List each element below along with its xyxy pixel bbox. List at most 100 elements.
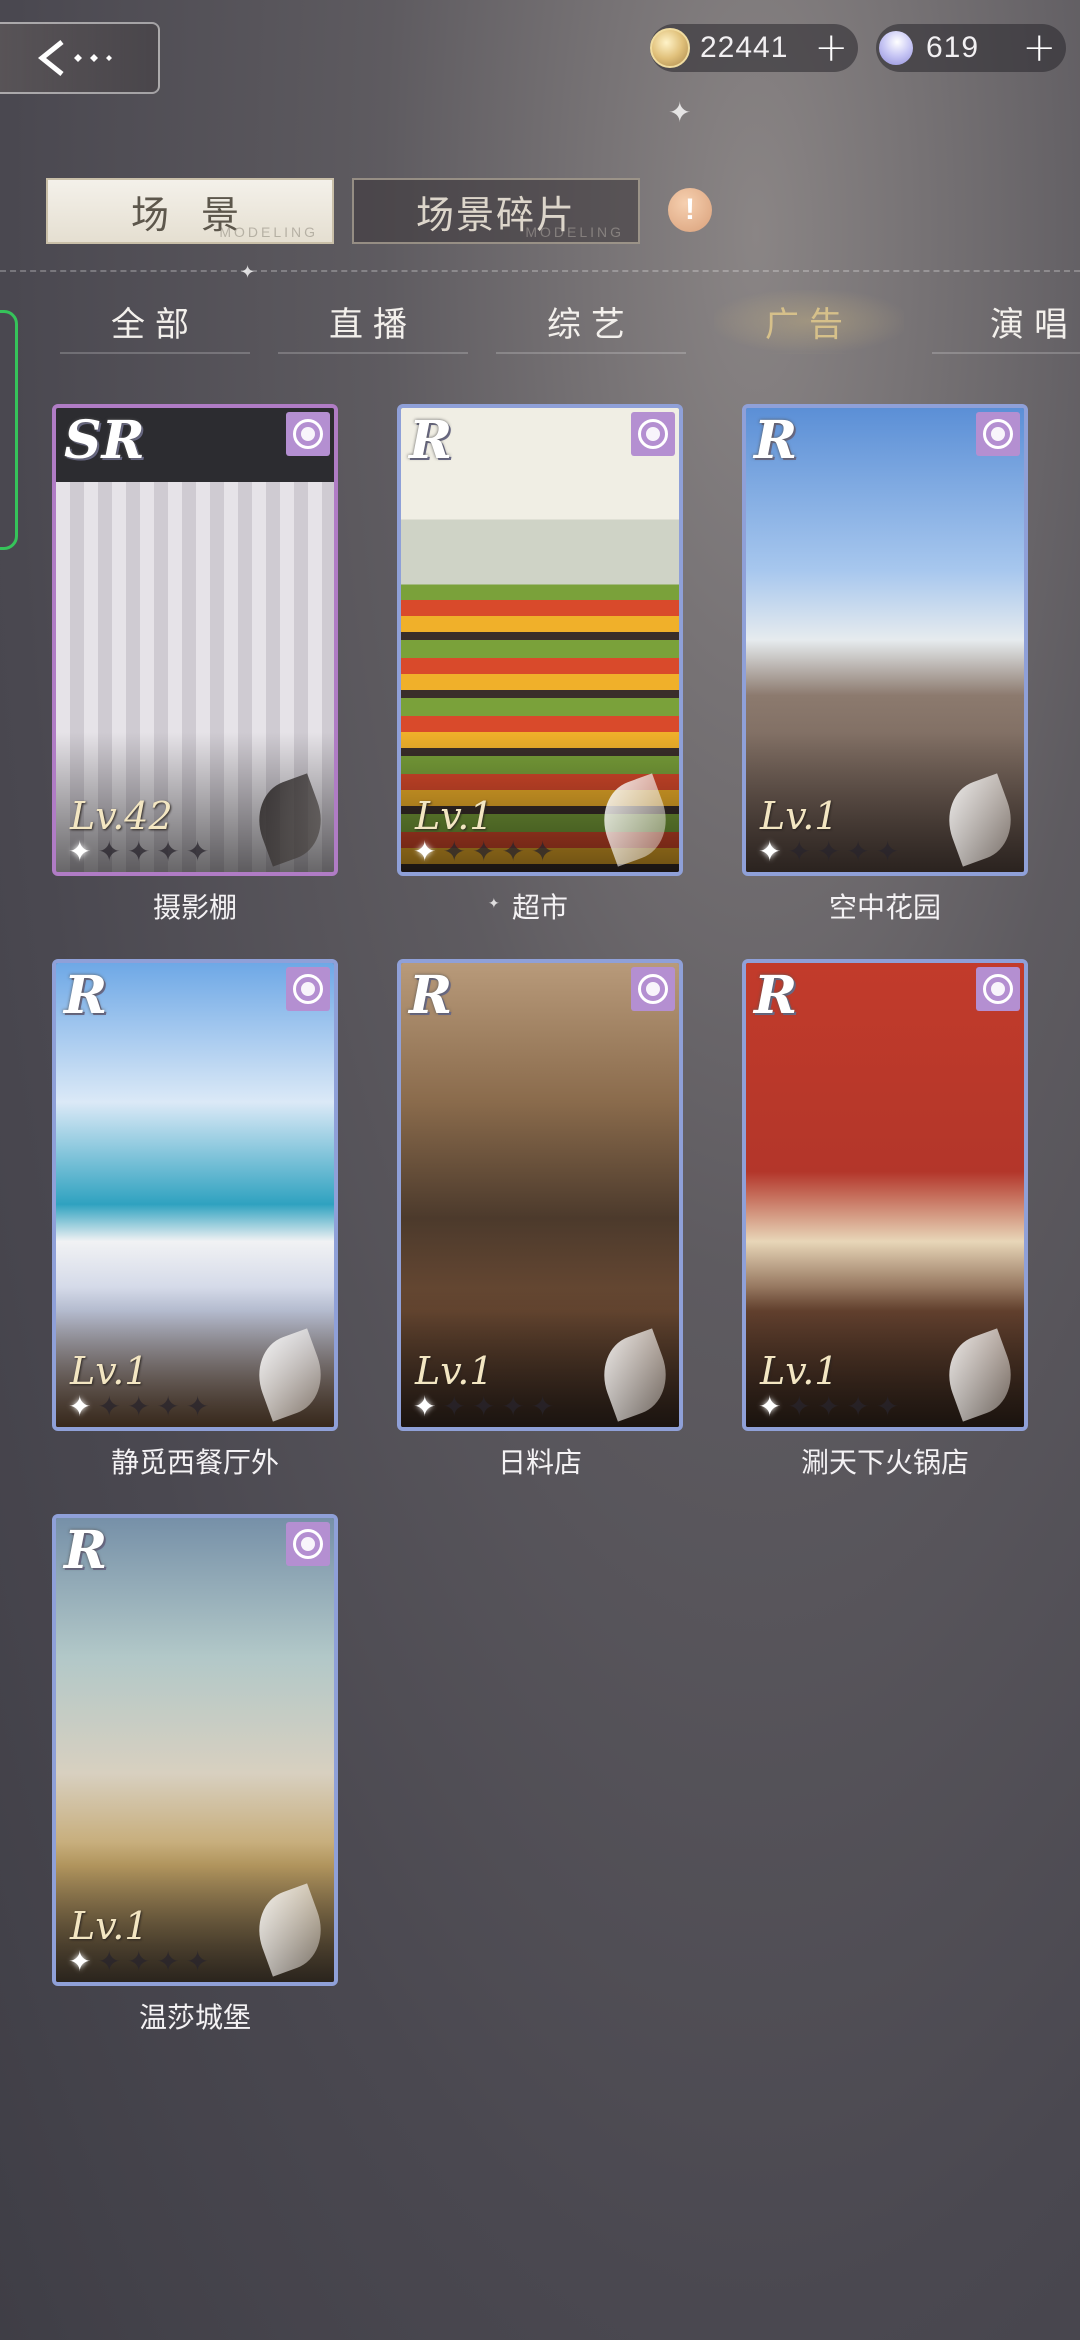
divider <box>0 270 1080 272</box>
gem-amount: 619 <box>926 31 980 64</box>
tab-scenes[interactable]: 场 景 MODELING <box>46 178 334 244</box>
scene-name: 温莎城堡 <box>138 2001 251 2034</box>
category-tab-variety[interactable]: 综艺 <box>496 290 686 354</box>
camera-icon[interactable] <box>976 412 1020 456</box>
star-icon: ✦ <box>97 835 121 868</box>
star-icon: ✦ <box>97 1945 121 1978</box>
scene-name: 超市 <box>511 891 568 924</box>
back-button[interactable] <box>0 22 160 94</box>
scene-name: 涮天下火锅店 <box>800 1446 969 1479</box>
star-icon: ✦ <box>758 835 782 868</box>
category-tab-concert[interactable]: 演唱 <box>932 290 1080 354</box>
star-icon: ✦ <box>442 1390 466 1423</box>
scene-card[interactable]: SR Lv.42 ✦ ✦ ✦ ✦ ✦ <box>52 404 338 876</box>
star-rating: ✦ ✦ ✦ ✦ ✦ <box>413 838 554 866</box>
tab-scenes-watermark: MODELING <box>219 224 318 240</box>
star-icon: ✦ <box>787 1390 811 1423</box>
tab-fragments-watermark: MODELING <box>525 224 624 240</box>
star-icon: ✦ <box>156 1945 180 1978</box>
scene-card[interactable]: R Lv.1 ✦ ✦ ✦ ✦ ✦ <box>742 959 1028 1431</box>
star-rating: ✦ ✦ ✦ ✦ ✦ <box>68 1393 209 1421</box>
alert-icon[interactable]: ! <box>668 188 712 232</box>
sparkle-decoration: ✦ <box>668 96 692 129</box>
star-rating: ✦ ✦ ✦ ✦ ✦ <box>413 1393 554 1421</box>
star-icon: ✦ <box>816 1390 841 1423</box>
category-tab-live[interactable]: 直播 <box>278 290 468 354</box>
star-icon: ✦ <box>126 835 151 868</box>
scene-card[interactable]: R Lv.1 ✦ ✦ ✦ ✦ ✦ <box>397 959 683 1431</box>
scene-level: Lv.1 <box>70 1904 149 1948</box>
star-rating: ✦ ✦ ✦ ✦ ✦ <box>758 1393 899 1421</box>
gem-icon <box>871 23 921 73</box>
camera-icon[interactable] <box>286 1522 330 1566</box>
star-rating: ✦ ✦ ✦ ✦ ✦ <box>68 1948 209 1976</box>
rarity-badge: R <box>754 410 798 471</box>
scene-card[interactable]: R Lv.1 ✦ ✦ ✦ ✦ ✦ <box>742 404 1028 876</box>
star-icon: ✦ <box>126 1390 151 1423</box>
scene-name: 摄影棚 <box>152 891 237 924</box>
star-icon: ✦ <box>875 835 900 868</box>
camera-icon[interactable] <box>976 967 1020 1011</box>
star-icon: ✦ <box>501 1390 525 1423</box>
star-icon: ✦ <box>185 1945 210 1978</box>
sparkle-decoration: ✦ <box>240 262 256 283</box>
scene-level: Lv.1 <box>70 1349 149 1393</box>
camera-icon[interactable] <box>631 412 675 456</box>
scene-name: 静觅西餐厅外 <box>110 1446 279 1479</box>
camera-icon[interactable] <box>631 967 675 1011</box>
gem-counter: 619 + <box>871 23 1066 73</box>
star-icon: ✦ <box>156 835 180 868</box>
star-icon: ✦ <box>787 835 811 868</box>
star-icon: ✦ <box>413 835 437 868</box>
scene-card[interactable]: R Lv.1 ✦ ✦ ✦ ✦ ✦ <box>397 404 683 876</box>
category-tab-ads[interactable]: 广告 <box>714 290 904 354</box>
side-drawer-handle[interactable] <box>0 310 18 550</box>
star-icon: ✦ <box>185 1390 210 1423</box>
camera-icon[interactable] <box>286 967 330 1011</box>
rarity-badge: R <box>409 965 453 1026</box>
scene-name: 日料店 <box>497 1446 582 1479</box>
star-icon: ✦ <box>97 1390 121 1423</box>
star-icon: ✦ <box>758 1390 782 1423</box>
rarity-badge: SR <box>64 410 145 471</box>
star-icon: ✦ <box>156 1390 180 1423</box>
star-rating: ✦ ✦ ✦ ✦ ✦ <box>68 838 209 866</box>
star-icon: ✦ <box>471 835 496 868</box>
scene-name: 空中花园 <box>828 891 941 924</box>
back-arrow-icon <box>37 40 112 76</box>
star-rating: ✦ ✦ ✦ ✦ ✦ <box>758 838 899 866</box>
scene-card[interactable]: R Lv.1 ✦ ✦ ✦ ✦ ✦ <box>52 1514 338 1986</box>
add-coins-button[interactable]: + <box>814 28 848 68</box>
coin-counter: 22441 + <box>650 24 858 72</box>
camera-icon[interactable] <box>286 412 330 456</box>
star-icon: ✦ <box>846 1390 870 1423</box>
star-icon: ✦ <box>846 835 870 868</box>
coin-amount: 22441 <box>700 31 789 64</box>
rarity-badge: R <box>754 965 798 1026</box>
coin-icon <box>650 28 690 68</box>
scene-level: Lv.1 <box>415 794 494 838</box>
scene-level: Lv.1 <box>760 1349 839 1393</box>
star-icon: ✦ <box>442 835 466 868</box>
tab-scene-fragments[interactable]: 场景碎片 MODELING <box>352 178 640 244</box>
star-icon: ✦ <box>68 835 92 868</box>
star-icon: ✦ <box>875 1390 900 1423</box>
scene-level: Lv.1 <box>760 794 839 838</box>
star-icon: ✦ <box>530 1390 555 1423</box>
rarity-badge: R <box>64 965 108 1026</box>
star-icon: ✦ <box>501 835 525 868</box>
star-icon: ✦ <box>126 1945 151 1978</box>
star-icon: ✦ <box>816 835 841 868</box>
star-icon: ✦ <box>530 835 555 868</box>
scene-level: Lv.1 <box>415 1349 494 1393</box>
star-icon: ✦ <box>185 835 210 868</box>
add-gems-button[interactable]: + <box>1022 28 1056 68</box>
scene-level: Lv.42 <box>70 794 173 838</box>
rarity-badge: R <box>409 410 453 471</box>
category-tab-all[interactable]: 全部 <box>60 290 250 354</box>
star-icon: ✦ <box>413 1390 437 1423</box>
scene-card[interactable]: R Lv.1 ✦ ✦ ✦ ✦ ✦ <box>52 959 338 1431</box>
star-icon: ✦ <box>68 1390 92 1423</box>
star-icon: ✦ <box>68 1945 92 1978</box>
star-icon: ✦ <box>471 1390 496 1423</box>
